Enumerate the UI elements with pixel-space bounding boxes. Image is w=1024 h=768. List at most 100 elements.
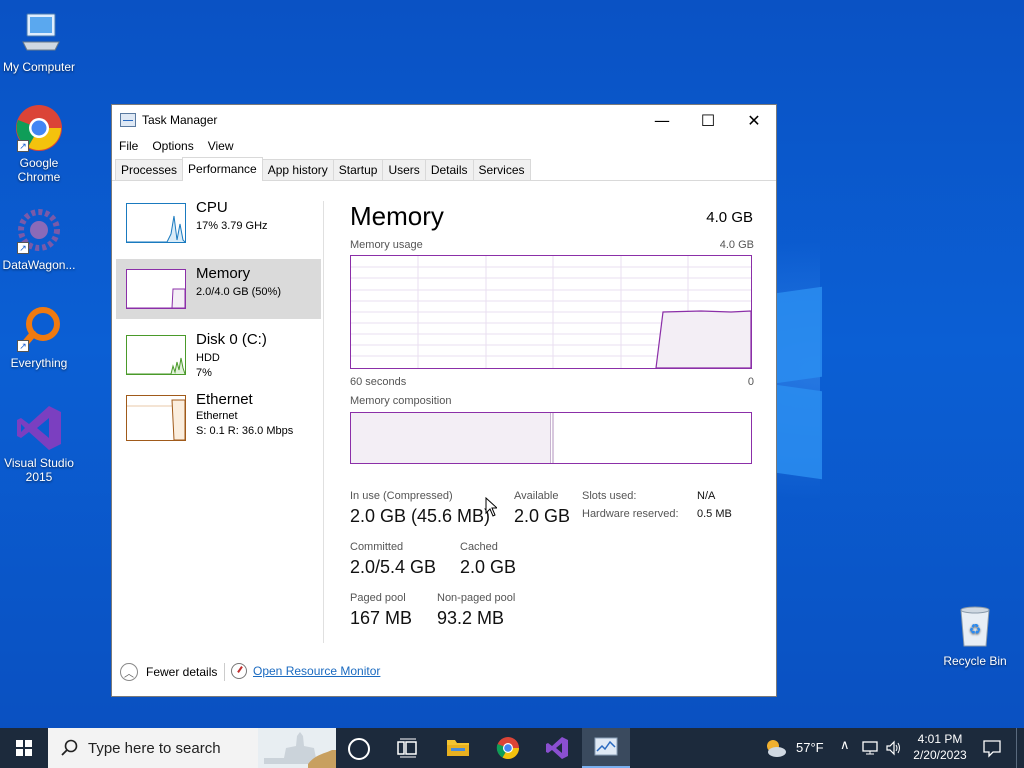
fewer-details-label: Fewer details bbox=[146, 665, 218, 679]
usage-max: 4.0 GB bbox=[719, 239, 754, 251]
desktop-icon-my-computer[interactable]: My Computer bbox=[1, 8, 77, 74]
cpu-mini-graph bbox=[126, 203, 186, 243]
hardware-reserved-value: 0.5 MB bbox=[697, 508, 732, 520]
committed-label: Committed bbox=[350, 541, 404, 553]
in-use-label: In use (Compressed) bbox=[350, 490, 453, 502]
sidebar-item-detail: HDD 7% bbox=[196, 352, 220, 379]
tab-performance[interactable]: Performance bbox=[182, 157, 263, 181]
close-button[interactable]: ✕ bbox=[731, 105, 777, 135]
clock[interactable]: 4:01 PM 2/20/2023 bbox=[910, 731, 970, 763]
datawagon-icon: ↗ bbox=[15, 206, 63, 254]
show-hidden-icons-chevron-icon[interactable]: ∧ bbox=[840, 738, 850, 753]
sidebar-item-detail: 2.0/4.0 GB (50%) bbox=[196, 286, 281, 298]
search-highlight-capitol-icon bbox=[258, 728, 336, 768]
desktop-icon-visual-studio[interactable]: Visual Studio 2015 bbox=[1, 404, 77, 484]
desktop-icon-label: DataWagon... bbox=[2, 258, 76, 272]
sidebar-item-detail: 17% 3.79 GHz bbox=[196, 220, 268, 232]
fewer-details-button[interactable]: ︿ Fewer details bbox=[120, 663, 217, 681]
maximize-button[interactable]: ☐ bbox=[685, 105, 731, 135]
axis-left-label: 60 seconds bbox=[350, 376, 407, 388]
volume-icon[interactable] bbox=[885, 740, 903, 759]
open-resource-monitor-link[interactable]: Open Resource Monitor bbox=[231, 663, 380, 679]
sidebar-item-ethernet[interactable]: Ethernet Ethernet S: 0.1 R: 36.0 Mbps bbox=[116, 391, 321, 451]
sidebar-item-detail: Ethernet S: 0.1 R: 36.0 Mbps bbox=[196, 410, 294, 437]
slots-value: N/A bbox=[697, 490, 716, 502]
desktop-icon-everything[interactable]: ↗ Everything bbox=[1, 304, 77, 370]
usage-label: Memory usage bbox=[350, 239, 423, 251]
search-placeholder: Type here to search bbox=[88, 739, 221, 757]
sidebar-divider bbox=[323, 201, 324, 643]
tab-startup[interactable]: Startup bbox=[332, 159, 384, 180]
composition-label: Memory composition bbox=[350, 395, 452, 407]
tab-processes[interactable]: Processes bbox=[115, 159, 184, 180]
recycle-bin-icon: ♻ bbox=[951, 602, 999, 650]
menu-view[interactable]: View bbox=[208, 139, 234, 153]
window-title: Task Manager bbox=[142, 113, 218, 127]
task-manager-icon bbox=[120, 113, 136, 127]
desktop-icon-label: My Computer bbox=[2, 60, 76, 74]
desktop-icon-label: Everything bbox=[10, 356, 68, 370]
taskbar-search-box[interactable]: Type here to search bbox=[48, 728, 336, 768]
task-manager-taskbar-icon bbox=[594, 737, 618, 756]
in-use-value: 2.0 GB (45.6 MB) bbox=[350, 506, 491, 526]
ethernet-mini-graph bbox=[126, 395, 186, 441]
start-button[interactable] bbox=[0, 728, 48, 768]
network-icon[interactable] bbox=[862, 740, 880, 759]
tab-details[interactable]: Details bbox=[424, 159, 474, 180]
task-manager-window: Task Manager — ☐ ✕ File Options View Pro… bbox=[111, 104, 777, 697]
modified-segment bbox=[552, 413, 554, 463]
notifications-icon[interactable] bbox=[982, 738, 1002, 761]
show-desktop-button[interactable] bbox=[1016, 728, 1024, 768]
tab-users[interactable]: Users bbox=[382, 159, 426, 180]
memory-composition-bar bbox=[350, 412, 752, 464]
memory-panel: Memory 4.0 GB Memory usage 4.0 GB 60 sec… bbox=[350, 201, 754, 628]
desktop-icon-label: Visual Studio 2015 bbox=[4, 456, 74, 484]
available-label: Available bbox=[514, 490, 559, 502]
in-use-segment bbox=[351, 413, 551, 463]
tab-services[interactable]: Services bbox=[472, 159, 531, 180]
chrome-icon: ↗ bbox=[15, 104, 63, 152]
cortana-icon[interactable] bbox=[348, 738, 370, 760]
visual-studio-taskbar-icon[interactable] bbox=[545, 736, 569, 763]
non-paged-pool-label: Non-paged pool bbox=[437, 592, 516, 604]
task-manager-taskbar-button[interactable] bbox=[582, 728, 630, 768]
minimize-button[interactable]: — bbox=[639, 105, 685, 135]
windows-start-icon bbox=[16, 740, 32, 756]
performance-sidebar: CPU 17% 3.79 GHz Memory 2.0/4.0 GB (50%)… bbox=[116, 193, 321, 457]
desktop-icon-datawagon[interactable]: ↗ DataWagon... bbox=[1, 206, 77, 272]
sidebar-item-label: CPU bbox=[196, 199, 228, 216]
menu-bar: File Options View bbox=[112, 135, 776, 157]
menu-options[interactable]: Options bbox=[152, 139, 193, 153]
weather-temperature[interactable]: 57°F bbox=[796, 740, 824, 755]
resource-monitor-icon bbox=[231, 663, 247, 679]
sidebar-item-disk[interactable]: Disk 0 (C:) HDD 7% bbox=[116, 325, 321, 385]
slots-label: Slots used: bbox=[582, 490, 637, 502]
computer-icon bbox=[15, 8, 63, 56]
desktop-icon-recycle-bin[interactable]: ♻ Recycle Bin bbox=[937, 602, 1013, 668]
chevron-up-icon: ︿ bbox=[120, 663, 138, 681]
memory-usage-graph bbox=[350, 255, 752, 369]
windows-logo-wallpaper bbox=[776, 286, 824, 480]
chrome-taskbar-icon[interactable] bbox=[496, 736, 520, 763]
sidebar-item-cpu[interactable]: CPU 17% 3.79 GHz bbox=[116, 193, 321, 253]
memory-mini-graph bbox=[126, 269, 186, 309]
everything-search-icon: ↗ bbox=[15, 304, 63, 352]
sidebar-item-memory[interactable]: Memory 2.0/4.0 GB (50%) bbox=[116, 259, 321, 319]
desktop-icon-google-chrome[interactable]: ↗ Google Chrome bbox=[1, 104, 77, 184]
title-bar[interactable]: Task Manager — ☐ ✕ bbox=[112, 105, 776, 135]
file-explorer-icon[interactable] bbox=[446, 736, 470, 761]
committed-value: 2.0/5.4 GB bbox=[350, 557, 437, 577]
tab-app-history[interactable]: App history bbox=[261, 159, 334, 180]
mouse-cursor-icon bbox=[485, 497, 497, 517]
desktop-icon-label: Recycle Bin bbox=[943, 654, 1007, 668]
panel-title: Memory bbox=[350, 201, 444, 231]
hardware-reserved-label: Hardware reserved: bbox=[582, 508, 679, 520]
total-memory: 4.0 GB bbox=[706, 209, 753, 226]
shortcut-arrow-icon: ↗ bbox=[17, 340, 29, 352]
disk-mini-graph bbox=[126, 335, 186, 375]
cached-label: Cached bbox=[460, 541, 498, 553]
taskbar: Type here to search 57°F ∧ 4:01 PM 2/20/… bbox=[0, 728, 1024, 768]
weather-icon[interactable] bbox=[762, 736, 788, 763]
task-view-icon[interactable] bbox=[397, 738, 419, 761]
menu-file[interactable]: File bbox=[119, 139, 138, 153]
